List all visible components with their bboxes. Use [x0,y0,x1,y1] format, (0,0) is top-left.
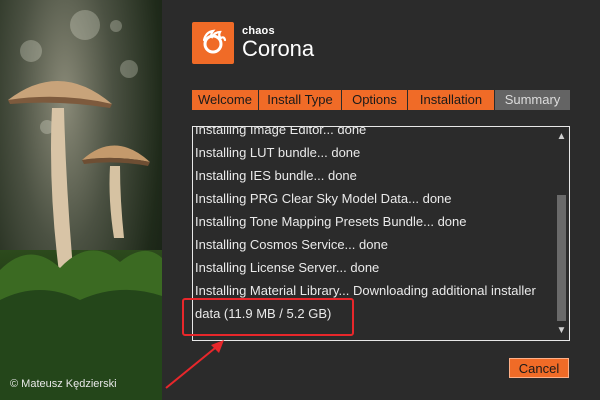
corona-logo: chaos Corona [192,22,314,64]
mushroom-illustration [0,80,162,400]
log-line: Installing Cosmos Service... done [195,237,388,252]
log-line: Installing Image Editor... done [195,126,367,137]
log-scrollbar[interactable]: ▲ ▼ [554,127,569,340]
scroll-up-icon[interactable]: ▲ [554,129,569,144]
logo-brand: chaos [242,24,275,37]
scroll-down-icon[interactable]: ▼ [554,323,569,338]
tab-install-type[interactable]: Install Type [259,90,342,110]
hero-image: © Mateusz Kędzierski [0,0,162,400]
cancel-button[interactable]: Cancel [509,358,569,378]
log-line: Installing License Server... done [195,260,380,275]
red-arrow-icon [165,340,224,389]
tab-installation[interactable]: Installation [408,90,495,110]
tab-welcome[interactable]: Welcome [192,90,259,110]
tab-summary[interactable]: Summary [495,90,570,110]
log-line: Installing Tone Mapping Presets Bundle..… [195,214,467,229]
step-tabs: Welcome Install Type Options Installatio… [192,90,570,110]
log-line: Installing IES bundle... done [195,168,357,183]
scroll-thumb[interactable] [557,195,566,321]
log-lines: Installing Image Editor... done Installi… [195,126,551,325]
tab-options[interactable]: Options [342,90,408,110]
highlight-box [182,298,354,336]
corona-flame-icon [192,22,234,64]
photo-credit: © Mateusz Kędzierski [10,378,117,390]
logo-product: Corona [242,35,315,61]
log-line: Installing PRG Clear Sky Model Data... d… [195,191,452,206]
log-line: Installing LUT bundle... done [195,145,361,160]
